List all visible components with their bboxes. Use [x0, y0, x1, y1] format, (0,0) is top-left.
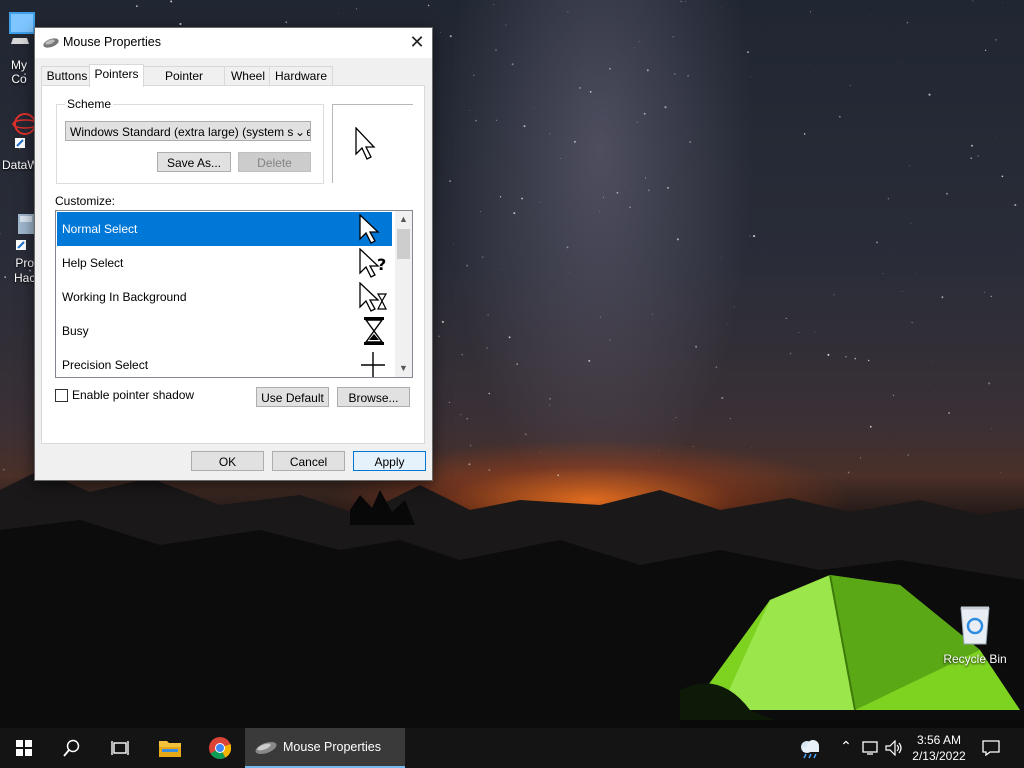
scheme-dropdown[interactable]: Windows Standard (extra large) (system s…	[65, 121, 311, 141]
tab-pointers[interactable]: Pointers	[89, 64, 144, 87]
folder-icon	[159, 741, 181, 757]
scroll-down-arrow-icon[interactable]: ▼	[395, 360, 412, 377]
network-icon[interactable]	[862, 740, 880, 756]
tab-buttons[interactable]: Buttons	[41, 66, 93, 86]
taskbar: Mouse Properties ⌃ 3:56 AM 2/13/2022	[0, 728, 1024, 768]
clock-date: 2/13/2022	[912, 749, 966, 763]
volume-icon[interactable]	[885, 740, 903, 756]
desktop-icon-my-computer[interactable]: My Co	[2, 10, 36, 86]
scroll-thumb[interactable]	[397, 229, 410, 259]
mouse-icon	[43, 38, 59, 48]
list-item-label: Help Select	[62, 256, 124, 270]
desktop-icon-recycle-bin[interactable]: Recycle Bin	[942, 602, 1008, 672]
file-explorer-button[interactable]	[146, 728, 194, 768]
cancel-button[interactable]: Cancel	[272, 451, 345, 471]
task-view-button[interactable]	[96, 728, 144, 768]
crosshair-icon	[361, 352, 385, 377]
customize-label: Customize:	[55, 194, 116, 208]
taskbar-app-mouse-properties[interactable]: Mouse Properties	[245, 728, 405, 768]
pointer-preview	[332, 104, 413, 183]
recycle-bin-icon	[960, 606, 990, 645]
task-view-icon	[111, 741, 129, 755]
tab-pointer-options[interactable]: Pointer Options	[141, 66, 227, 102]
chevron-down-icon: ⌄	[293, 122, 307, 140]
list-item-label: Normal Select	[62, 222, 138, 236]
clock-time: 3:56 AM	[916, 733, 962, 747]
close-button[interactable]: ✕	[402, 28, 432, 58]
chevron-up-icon: ⌃	[840, 738, 852, 754]
list-item[interactable]: Normal Select	[57, 212, 392, 246]
notifications-icon[interactable]	[982, 740, 1000, 756]
pointers-tab-panel: Scheme Windows Standard (extra large) (s…	[41, 85, 425, 444]
start-button[interactable]	[0, 728, 48, 768]
weather-button[interactable]	[790, 728, 830, 768]
weather-icon	[801, 740, 819, 759]
hourglass-icon	[364, 317, 384, 345]
scheme-group: Scheme Windows Standard (extra large) (s…	[56, 97, 324, 184]
scroll-up-arrow-icon[interactable]: ▲	[395, 211, 412, 228]
pointer-shadow-checkbox[interactable]	[55, 389, 68, 402]
mouse-icon	[255, 741, 277, 755]
title-bar[interactable]: Mouse Properties ✕	[35, 28, 432, 58]
arrow-cursor-icon	[355, 127, 376, 160]
tab-hardware[interactable]: Hardware	[269, 66, 333, 86]
help-cursor-icon: ?	[359, 248, 386, 278]
save-as-button[interactable]: Save As...	[157, 152, 231, 172]
list-item[interactable]: Working In Background	[57, 280, 392, 314]
tab-wheel[interactable]: Wheel	[224, 66, 272, 86]
chrome-button[interactable]	[196, 728, 244, 768]
chrome-icon	[209, 737, 231, 759]
mouse-properties-dialog: Mouse Properties ✕ Buttons Pointers Poin…	[34, 27, 433, 481]
desktop-icon-label: Recycle Bin	[943, 652, 1007, 666]
desktop-icon-label: Pro Hac	[14, 256, 36, 285]
pointer-list: Normal Select Help Select ? Working In B…	[55, 210, 413, 378]
list-item-label: Working In Background	[62, 290, 187, 304]
svg-text:?: ?	[377, 255, 386, 274]
window-title: Mouse Properties	[63, 35, 161, 49]
arrow-cursor-icon	[359, 214, 380, 244]
desktop-icon-label: My Co	[11, 58, 27, 86]
list-item-label: Precision Select	[62, 358, 149, 372]
list-scrollbar[interactable]: ▲ ▼	[395, 211, 412, 377]
search-icon	[63, 739, 80, 757]
apply-button[interactable]: Apply	[353, 451, 426, 471]
dataw-app-icon	[12, 113, 35, 148]
delete-button[interactable]: Delete	[238, 152, 311, 172]
search-button[interactable]	[48, 728, 96, 768]
desktop-icon-process-hacker[interactable]: Pro Hac	[2, 210, 38, 290]
desktop-icon-dataw[interactable]: DataW	[2, 108, 39, 174]
show-hidden-icons-button[interactable]: ⌃	[836, 738, 856, 755]
list-item[interactable]: Busy	[57, 314, 392, 348]
windows-logo-icon	[16, 740, 32, 756]
list-item[interactable]: Precision Select	[57, 348, 392, 377]
list-item-label: Busy	[62, 324, 89, 338]
pointer-shadow-label: Enable pointer shadow	[72, 388, 195, 402]
process-hacker-icon	[16, 214, 34, 250]
working-cursor-icon	[359, 282, 388, 312]
browse-button[interactable]: Browse...	[337, 387, 410, 407]
scheme-selected-value: Windows Standard (extra large) (system s…	[70, 125, 311, 139]
computer-icon	[9, 12, 35, 44]
clock[interactable]: 3:56 AM 2/13/2022	[906, 732, 972, 764]
use-default-button[interactable]: Use Default	[256, 387, 329, 407]
scheme-legend: Scheme	[65, 97, 114, 111]
taskbar-app-label: Mouse Properties	[283, 740, 381, 754]
list-item[interactable]: Help Select ?	[57, 246, 392, 280]
close-icon: ✕	[409, 32, 425, 52]
ok-button[interactable]: OK	[191, 451, 264, 471]
